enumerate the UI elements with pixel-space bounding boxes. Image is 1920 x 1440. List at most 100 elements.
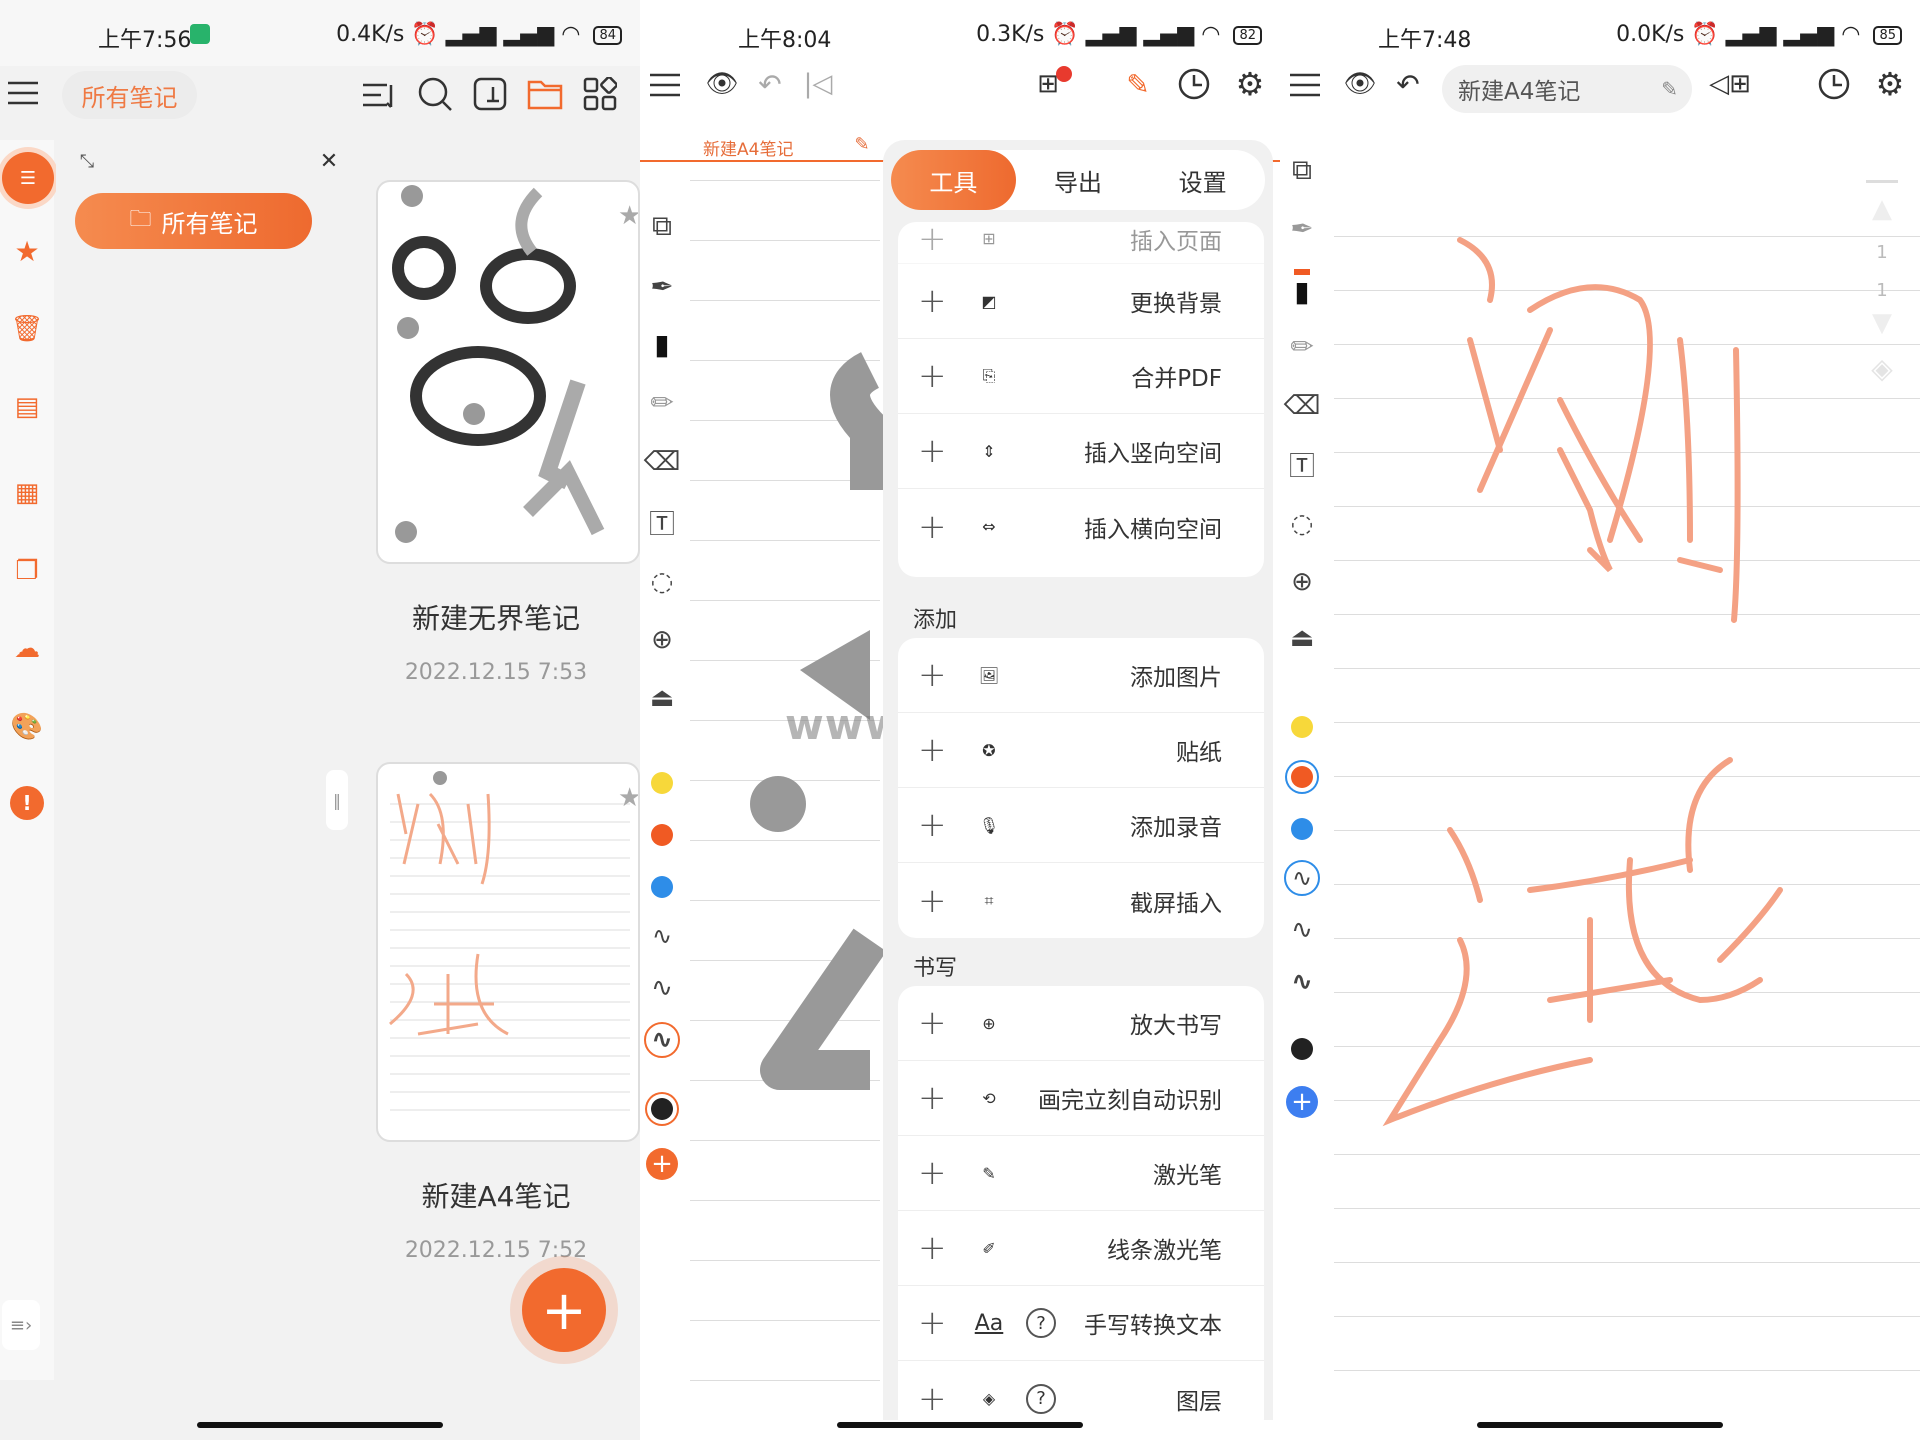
text-tool-icon[interactable]: 🅃 <box>640 502 684 542</box>
menu-item[interactable]: + ⊞ 插入页面 <box>898 222 1264 264</box>
note-title[interactable]: 新建A4笔记 <box>352 1175 640 1215</box>
menu-item[interactable]: + Aa? 手写转换文本 <box>898 1286 1264 1361</box>
copy-nav-icon[interactable]: ❐ <box>8 552 46 590</box>
page-up-icon[interactable]: ▲ <box>1864 194 1900 224</box>
collapse-toolbar-icon[interactable]: ⏏ <box>1280 618 1324 658</box>
color-blue-swatch[interactable] <box>1291 818 1313 840</box>
stroke-thick-icon[interactable]: ∿ <box>640 1020 684 1060</box>
pen-add-icon[interactable]: ✎ <box>1118 64 1158 104</box>
undo-icon[interactable]: ↶ <box>752 66 788 102</box>
menu-item[interactable]: + 🎙 添加录音 <box>898 788 1264 863</box>
history-icon[interactable] <box>1174 64 1214 104</box>
collapse-left-icon[interactable]: |◁ <box>800 66 836 102</box>
layers-icon[interactable]: ◈ <box>1864 350 1900 386</box>
search-icon[interactable] <box>415 74 455 114</box>
menu-item[interactable]: + ◈? 图层 <box>898 1361 1264 1420</box>
menu-item[interactable]: + ✎ 激光笔 <box>898 1136 1264 1211</box>
menu-item[interactable]: + ⟲ 画完立刻自动识别 <box>898 1061 1264 1136</box>
templates-nav-icon[interactable]: ▦ <box>8 474 46 512</box>
grid-view-icon[interactable] <box>580 74 620 114</box>
collapse-toolbar-icon[interactable]: ⏏ <box>640 678 684 718</box>
stroke-thin-icon[interactable]: ∿ <box>640 916 684 956</box>
color-black-swatch[interactable] <box>651 1098 673 1120</box>
star-nav-icon[interactable]: ★ <box>8 232 46 270</box>
color-orange-swatch[interactable] <box>1291 766 1313 788</box>
menu-item[interactable]: + ⇕ 插入竖向空间 <box>898 414 1264 489</box>
folder-icon[interactable] <box>525 74 565 114</box>
trash-nav-icon[interactable]: 🗑 <box>8 310 46 348</box>
color-blue-swatch[interactable] <box>651 876 673 898</box>
menu-icon[interactable] <box>6 76 40 110</box>
tab-tools[interactable]: 工具 <box>891 150 1016 210</box>
palette-nav-icon[interactable]: 🎨 <box>8 708 46 746</box>
marker-icon[interactable]: ▮ <box>1280 268 1324 308</box>
menu-item[interactable]: + ✐ 线条激光笔 <box>898 1211 1264 1286</box>
color-black-swatch[interactable] <box>1291 1038 1313 1060</box>
add-color-button[interactable]: + <box>646 1148 678 1180</box>
close-icon[interactable]: ✕ <box>316 148 342 174</box>
stroke-thin-icon[interactable]: ∿ <box>1280 858 1324 898</box>
all-notes-chip[interactable]: 所有笔记 <box>62 71 197 119</box>
undo-icon[interactable]: ↶ <box>1390 66 1426 102</box>
preview-icon[interactable]: 👁 <box>1342 66 1378 102</box>
note-title[interactable]: 新建无界笔记 <box>352 597 640 637</box>
tab-export[interactable]: 导出 <box>1016 150 1141 210</box>
menu-item[interactable]: + 🖼 添加图片 <box>898 638 1264 713</box>
color-yellow-swatch[interactable] <box>651 772 673 794</box>
pencil-icon[interactable]: ✏ <box>640 382 684 422</box>
help-icon[interactable]: ? <box>1026 1308 1056 1338</box>
notes-nav-icon[interactable]: ☰ <box>2 152 54 204</box>
add-page-icon[interactable]: ◁⊞ <box>1708 64 1752 104</box>
color-yellow-swatch[interactable] <box>1291 716 1313 738</box>
pencil-icon[interactable]: ✏ <box>1280 326 1324 366</box>
tab-settings[interactable]: 设置 <box>1140 150 1265 210</box>
document-tab[interactable]: 新建A4笔记 <box>703 135 793 160</box>
menu-item[interactable]: + ⎘ 合并PDF <box>898 339 1264 414</box>
pointer-icon[interactable]: ⊕ <box>1280 562 1324 602</box>
collapse-icon[interactable]: ⤡ <box>74 148 100 174</box>
menu-item[interactable]: + ✪ 贴纸 <box>898 713 1264 788</box>
view-toggle-icon[interactable] <box>470 74 510 114</box>
add-color-button[interactable]: + <box>1286 1086 1318 1118</box>
select-region-icon[interactable]: ⧉ <box>1280 150 1324 190</box>
eraser-icon[interactable]: ⌫ <box>1280 386 1324 426</box>
stroke-medium-icon[interactable]: ∿ <box>1280 910 1324 950</box>
pointer-icon[interactable]: ⊕ <box>640 620 684 660</box>
settings-icon[interactable]: ⚙ <box>1230 64 1270 104</box>
new-note-fab[interactable]: + <box>522 1268 606 1352</box>
note-card[interactable]: ★ <box>376 762 640 1142</box>
menu-item[interactable]: + ⇔ 插入横向空间 <box>898 489 1264 564</box>
lasso-icon[interactable]: ◌ <box>1280 504 1324 544</box>
drawer-resize-handle-icon[interactable]: ‖ <box>326 770 348 830</box>
stroke-medium-icon[interactable]: ∿ <box>640 968 684 1008</box>
text-tool-icon[interactable]: 🅃 <box>1280 444 1324 484</box>
menu-item[interactable]: + ◩ 更换背景 <box>898 264 1264 339</box>
page-down-icon[interactable]: ▼ <box>1864 308 1900 338</box>
marker-icon[interactable]: ▮ <box>640 324 684 364</box>
note-title-field[interactable]: 新建A4笔记 ✎ <box>1442 65 1692 113</box>
stroke-thick-icon[interactable]: ∿ <box>1280 962 1324 1002</box>
menu-icon[interactable] <box>1288 68 1322 102</box>
menu-item[interactable]: + ⊕ 放大书写 <box>898 986 1264 1061</box>
sort-icon[interactable] <box>358 76 398 116</box>
select-region-icon[interactable]: ⧉ <box>640 206 684 246</box>
preview-icon[interactable]: 👁 <box>704 66 740 102</box>
fountain-pen-icon[interactable]: ✒ <box>1280 208 1324 248</box>
info-nav-icon[interactable]: ! <box>10 786 44 820</box>
note-card[interactable]: ★ <box>376 180 640 564</box>
help-icon[interactable]: ? <box>1026 1383 1056 1414</box>
all-notes-button[interactable]: 🗀 所有笔记 <box>75 193 312 249</box>
color-orange-swatch[interactable] <box>651 824 673 846</box>
expand-rail-icon[interactable]: ≡› <box>2 1300 40 1350</box>
recent-doc-nav-icon[interactable]: ▤ <box>8 388 46 426</box>
history-icon[interactable] <box>1814 64 1854 104</box>
fountain-pen-icon[interactable]: ✒ <box>640 266 684 306</box>
edit-title-icon[interactable]: ✎ <box>1661 77 1678 101</box>
edit-title-icon[interactable]: ✎ <box>850 132 874 156</box>
menu-item[interactable]: + ⌗ 截屏插入 <box>898 863 1264 938</box>
settings-icon[interactable]: ⚙ <box>1870 64 1910 104</box>
lasso-icon[interactable]: ◌ <box>640 562 684 602</box>
cloud-upload-nav-icon[interactable]: ☁ <box>8 630 46 668</box>
eraser-icon[interactable]: ⌫ <box>640 442 684 482</box>
menu-icon[interactable] <box>648 68 682 102</box>
